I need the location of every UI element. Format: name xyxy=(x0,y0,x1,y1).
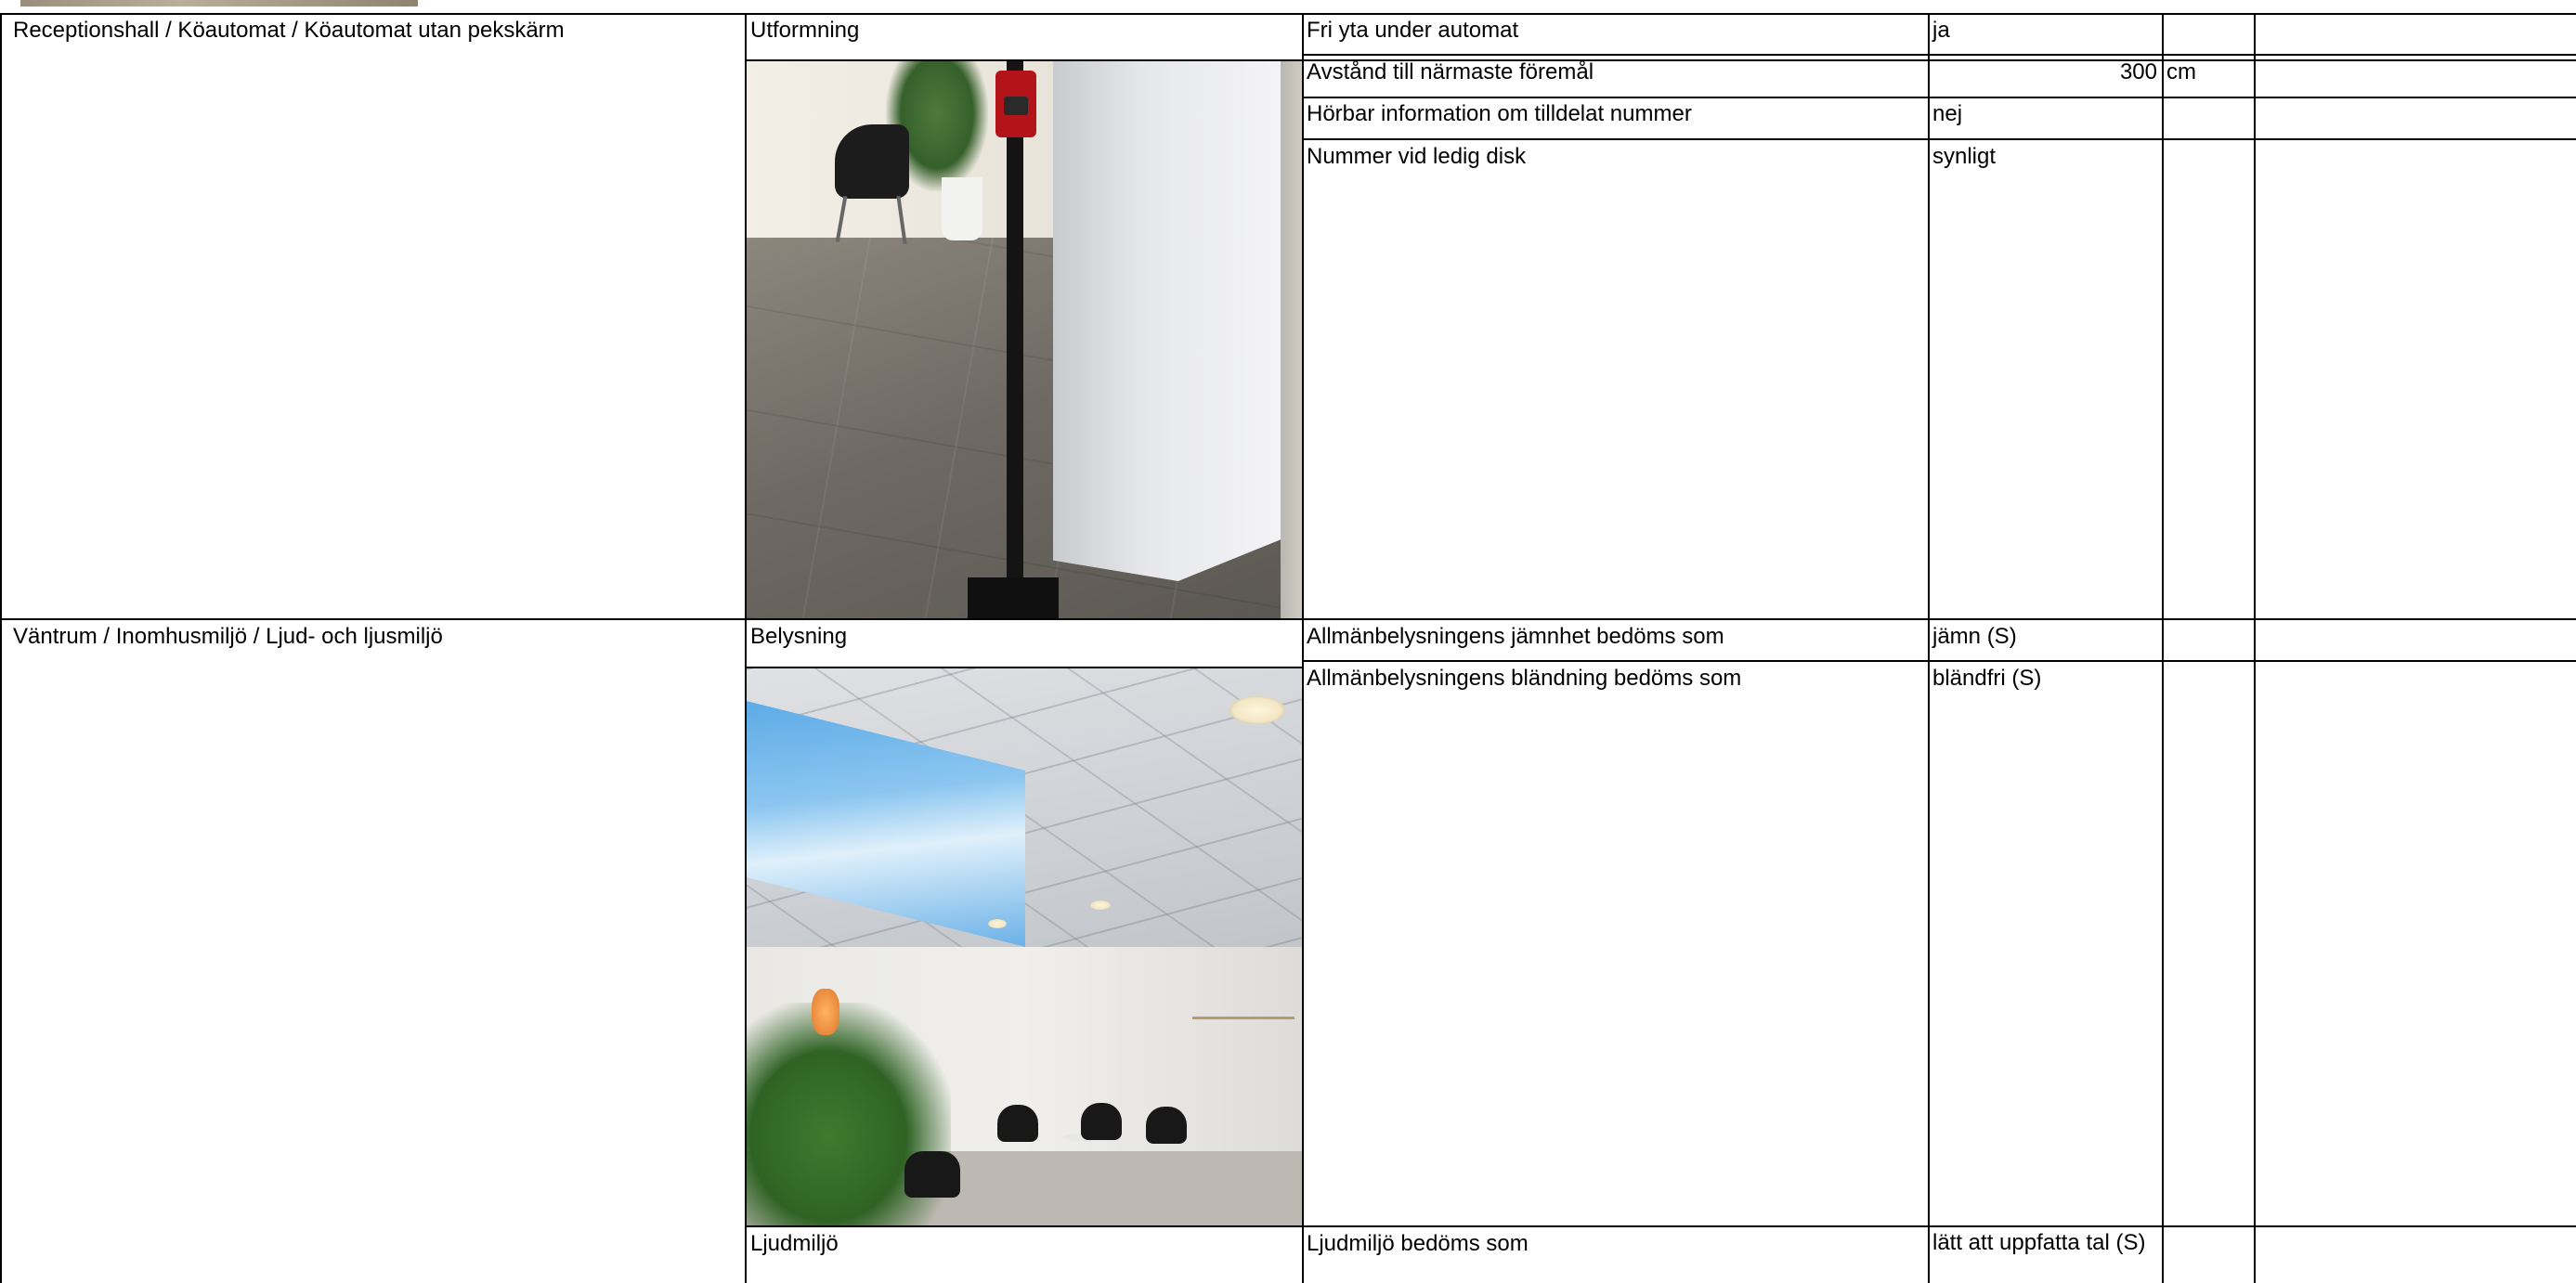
item-unit: cm xyxy=(2166,59,2196,84)
location-path: Väntrum / Inomhusmiljö / Ljud- och ljusm… xyxy=(13,624,443,649)
row-divider xyxy=(745,1225,2576,1227)
column-divider xyxy=(2254,13,2256,1283)
item-value: synligt xyxy=(1932,144,1997,169)
row-divider xyxy=(0,13,2576,15)
column-divider xyxy=(1928,13,1930,1283)
row-divider xyxy=(1302,138,2576,140)
row-divider xyxy=(1302,54,2576,56)
item-label: Hörbar information om tilldelat nummer xyxy=(1307,101,1692,126)
item-label: Ljudmiljö bedöms som xyxy=(1307,1231,1529,1256)
location-path: Receptionshall / Köautomat / Köautomat u… xyxy=(13,18,565,43)
item-label: Allmänbelysningens bländning bedöms som xyxy=(1307,666,1742,691)
column-divider xyxy=(0,13,2,1283)
row-divider xyxy=(1302,97,2576,98)
item-value: jämn (S) xyxy=(1932,624,2017,649)
queue-machine-photo xyxy=(747,61,1302,618)
item-value: nej xyxy=(1932,101,1963,126)
item-label: Allmänbelysningens jämnhet bedöms som xyxy=(1307,624,1724,649)
row-divider xyxy=(0,618,2576,620)
waiting-room-photo xyxy=(747,668,1302,1225)
item-value: ja xyxy=(1932,18,1950,43)
item-label: Avstånd till närmaste föremål xyxy=(1307,59,1594,84)
column-divider xyxy=(1302,13,1304,1283)
column-divider xyxy=(2162,13,2164,1283)
item-value: 300 xyxy=(2119,59,2157,84)
item-label: Nummer vid ledig disk xyxy=(1307,144,1527,169)
row-divider xyxy=(1302,660,2576,662)
item-label: Fri yta under automat xyxy=(1307,18,1519,43)
item-value: lätt att uppfatta tal (S) xyxy=(1932,1230,2146,1255)
report-table: Receptionshall / Köautomat / Köautomat u… xyxy=(0,0,2576,1283)
section-heading: Utformning xyxy=(750,18,860,43)
section-heading: Ljudmiljö xyxy=(750,1231,839,1256)
item-value: bländfri (S) xyxy=(1932,666,2042,691)
section-heading: Belysning xyxy=(750,624,848,649)
